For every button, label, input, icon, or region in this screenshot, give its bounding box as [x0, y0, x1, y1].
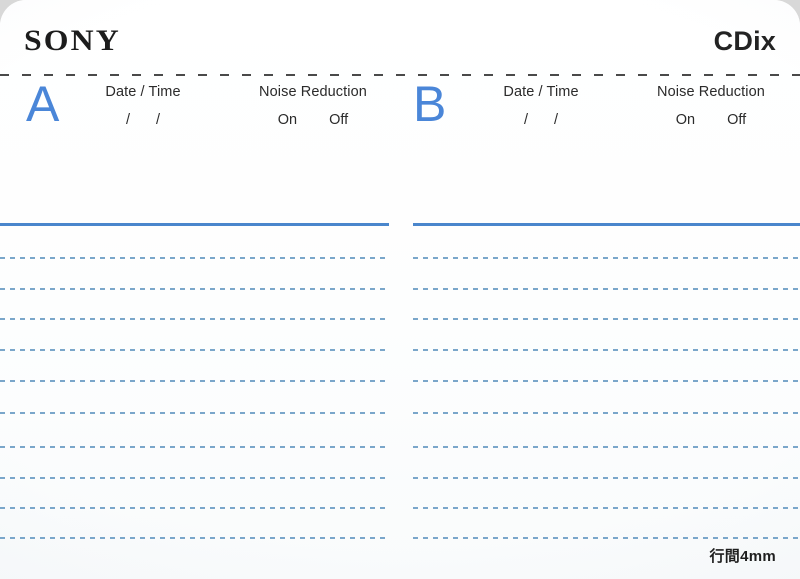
cassette-insert-card: SONY CDix A Date / Time / / Noise Reducti…: [0, 0, 800, 579]
brand-row: SONY CDix: [0, 0, 800, 75]
rule-line-dotted: [0, 446, 389, 448]
rule-line-dotted: [413, 349, 800, 351]
rule-line-dotted: [0, 288, 389, 290]
rule-line-dotted: [0, 257, 389, 259]
rule-line-dotted: [0, 349, 389, 351]
panel-side-a: A Date / Time / / Noise Reduction On Off: [0, 76, 389, 579]
rule-line-dotted: [413, 288, 800, 290]
rule-line-dotted: [413, 537, 800, 539]
rule-line-dotted: [413, 257, 800, 259]
sony-brand-logo: SONY: [24, 24, 121, 57]
rule-line-dotted: [413, 477, 800, 479]
rule-line-dotted: [0, 318, 389, 320]
side-panels-container: A Date / Time // Noise Reduction OnOff: [0, 76, 800, 579]
rule-line-dotted: [413, 446, 800, 448]
ruled-lines-a: [0, 76, 389, 579]
rule-line-dotted: [0, 507, 389, 509]
rule-line-solid: [0, 223, 389, 226]
rule-line-solid: [413, 223, 800, 226]
rule-line-dotted: [413, 318, 800, 320]
rule-line-dotted: [0, 380, 389, 382]
ruled-lines-b: [413, 76, 800, 579]
rule-line-dotted: [0, 537, 389, 539]
line-spacing-note: 行間4mm: [709, 548, 776, 565]
rule-line-dotted: [413, 507, 800, 509]
rule-line-dotted: [413, 380, 800, 382]
rule-line-dotted: [413, 412, 800, 414]
panel-side-b: B Date / Time / / Noise Reduction On Off: [413, 76, 800, 579]
rule-line-dotted: [0, 412, 389, 414]
cdix-product-logo: CDix: [713, 26, 776, 56]
rule-line-dotted: [0, 477, 389, 479]
